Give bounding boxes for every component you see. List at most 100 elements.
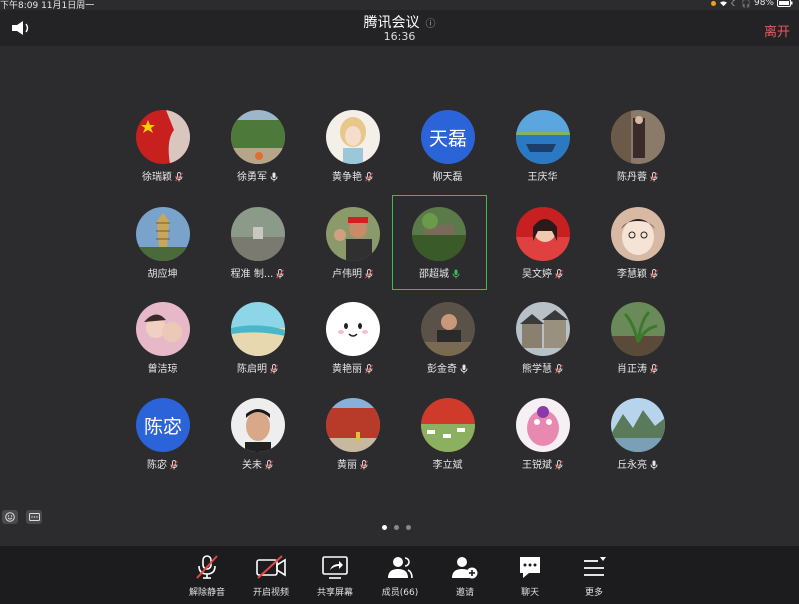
mic-muted-icon xyxy=(555,460,563,470)
participant-tile[interactable]: 熊学慧 xyxy=(495,300,590,390)
participant-name-row: 丘永亮 xyxy=(590,456,685,471)
meeting-title-text: 腾讯会议 xyxy=(363,15,420,31)
participant-name-row: 徐瑞颖 xyxy=(115,168,210,183)
moon-icon: ☾ xyxy=(730,0,739,8)
page-dot[interactable] xyxy=(394,525,399,530)
side-controls xyxy=(2,510,42,524)
participant-name-row: 吴文婷 xyxy=(495,265,590,280)
battery-icon xyxy=(777,0,793,7)
info-icon[interactable]: ⓘ xyxy=(426,19,436,30)
participant-name: 徐勇军 xyxy=(237,172,267,183)
participant-tile[interactable]: 王锐斌 xyxy=(495,396,590,486)
participant-name-row: 黄争艳 xyxy=(305,168,400,183)
participant-tile[interactable]: 黄争艳 xyxy=(305,108,400,198)
status-indicators: ☾ 🎧 98% xyxy=(710,0,793,8)
participant-name: 熊学慧 xyxy=(522,364,552,375)
participant-tile[interactable]: 王庆华 xyxy=(495,108,590,198)
participant-tile[interactable]: 肖正涛 xyxy=(590,300,685,390)
mic-muted-icon xyxy=(650,364,658,374)
participant-tile[interactable]: 陈启明 xyxy=(210,300,305,390)
chat-button[interactable]: 聊天 xyxy=(500,554,560,598)
participant-name: 李慧颖 xyxy=(617,269,647,280)
avatar xyxy=(326,302,380,356)
mic-muted-icon xyxy=(650,172,658,182)
avatar xyxy=(231,110,285,164)
participant-name: 黄艳丽 xyxy=(332,364,362,375)
mic-icon xyxy=(460,364,468,374)
avatar xyxy=(421,302,475,356)
participant-name: 黄争艳 xyxy=(332,172,362,183)
participant-tile[interactable]: 曾洁琼 xyxy=(115,300,210,390)
participant-name-row: 曾洁琼 xyxy=(115,360,210,375)
participant-name: 陈丹蓉 xyxy=(617,172,647,183)
participant-name-row: 王庆华 xyxy=(495,168,590,183)
mic-muted-icon xyxy=(365,364,373,374)
more-button[interactable]: 更多 xyxy=(564,554,624,598)
mic-muted-icon xyxy=(365,172,373,182)
participant-name-row: 陈丹蓉 xyxy=(590,168,685,183)
mic-off-icon xyxy=(177,554,237,580)
participant-name: 吴文婷 xyxy=(522,269,552,280)
avatar xyxy=(516,302,570,356)
more-label: 更多 xyxy=(584,588,603,598)
meeting-title[interactable]: 腾讯会议 ⓘ xyxy=(0,12,799,32)
participant-name: 李立斌 xyxy=(432,460,463,471)
participant-name: 关未 xyxy=(242,460,262,471)
participant-name: 程准 制... xyxy=(230,269,274,280)
participant-name: 卢伟明 xyxy=(332,269,362,280)
participant-name: 王锐斌 xyxy=(522,460,552,471)
participant-tile[interactable]: 李立斌 xyxy=(400,396,495,486)
video-button[interactable]: 开启视频 xyxy=(241,554,301,598)
participant-name-row: 李立斌 xyxy=(400,456,495,471)
participant-tile[interactable]: 关未 xyxy=(210,396,305,486)
message-icon[interactable] xyxy=(26,510,42,524)
avatar: 天磊 xyxy=(421,110,475,164)
participant-tile[interactable]: 李慧颖 xyxy=(590,205,685,295)
participant-name: 徐瑞颖 xyxy=(142,172,172,183)
invite-button[interactable]: 邀请 xyxy=(435,554,495,598)
avatar-text: 天磊 xyxy=(421,110,475,164)
chat-label: 聊天 xyxy=(520,588,539,598)
page-dot[interactable] xyxy=(382,525,387,530)
participant-tile[interactable]: 陈丹蓉 xyxy=(590,108,685,198)
participant-tile[interactable]: 天磊 柳天磊 xyxy=(400,108,495,198)
participant-tile[interactable]: 徐瑞颖 xyxy=(115,108,210,198)
participant-tile[interactable]: 黄丽 xyxy=(305,396,400,486)
participant-name-row: 陈启明 xyxy=(210,360,305,375)
members-icon xyxy=(370,554,430,580)
participant-tile[interactable]: 程准 制... xyxy=(210,205,305,295)
mic-muted-icon xyxy=(555,364,563,374)
participant-tile[interactable]: 黄艳丽 xyxy=(305,300,400,390)
mic-muted-icon xyxy=(650,269,658,279)
mic-icon xyxy=(452,269,460,279)
emoji-icon[interactable] xyxy=(2,510,18,524)
mic-muted-icon xyxy=(365,269,373,279)
avatar xyxy=(136,302,190,356)
more-icon xyxy=(564,554,624,580)
page-indicator[interactable] xyxy=(382,525,411,530)
leave-button[interactable]: 离开 xyxy=(764,21,790,40)
participant-tile[interactable]: 陈宓 陈宓 xyxy=(115,396,210,486)
participant-tile[interactable]: 徐勇军 xyxy=(210,108,305,198)
participant-tile[interactable]: 彭金奇 xyxy=(400,300,495,390)
unmute-button[interactable]: 解除静音 xyxy=(177,554,237,598)
participant-name: 邵超城 xyxy=(419,269,449,280)
participant-tile[interactable]: 丘永亮 xyxy=(590,396,685,486)
avatar xyxy=(231,207,285,261)
avatar xyxy=(516,110,570,164)
members-button[interactable]: 成员(66) xyxy=(370,554,430,598)
participant-name: 丘永亮 xyxy=(617,460,647,471)
share-button[interactable]: 共享屏幕 xyxy=(305,554,365,598)
video-label: 开启视频 xyxy=(252,588,289,598)
page-dot[interactable] xyxy=(406,525,411,530)
participant-tile[interactable]: 吴文婷 xyxy=(495,205,590,295)
invite-icon xyxy=(435,554,495,580)
mic-muted-icon xyxy=(175,172,183,182)
participant-tile[interactable]: 胡应坤 xyxy=(115,205,210,295)
participant-name-row: 彭金奇 xyxy=(400,360,495,375)
participant-name-row: 邵超城 xyxy=(393,265,486,280)
headphones-icon: 🎧 xyxy=(741,0,751,8)
avatar xyxy=(326,398,380,452)
participant-tile[interactable]: 卢伟明 xyxy=(305,205,400,295)
participant-tile[interactable]: 邵超城 xyxy=(392,195,487,290)
